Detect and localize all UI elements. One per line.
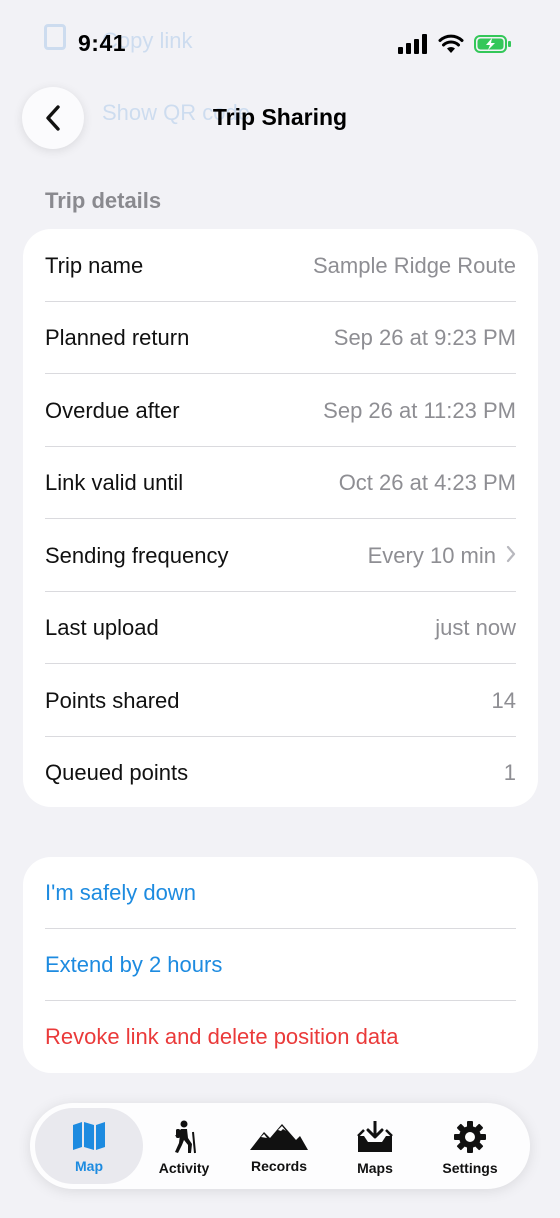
inbox-download-icon (357, 1121, 393, 1152)
detail-label: Sending frequency (45, 542, 229, 568)
tab-settings[interactable]: Settings (420, 1108, 520, 1184)
trip-actions-card: I'm safely down Extend by 2 hours Revoke… (23, 857, 538, 1073)
tab-bar: Map Activity Records Maps Settings (30, 1103, 530, 1189)
detail-row-overdue-after: Overdue after Sep 26 at 11:23 PM (45, 374, 516, 447)
map-icon (73, 1122, 105, 1150)
mountains-icon (250, 1124, 308, 1150)
status-time: 9:41 (78, 30, 127, 56)
detail-value: Oct 26 at 4:23 PM (338, 469, 516, 495)
detail-row-link-valid-until: Link valid until Oct 26 at 4:23 PM (45, 446, 516, 519)
safely-down-label: I'm safely down (45, 880, 196, 905)
detail-row-planned-return: Planned return Sep 26 at 9:23 PM (45, 301, 516, 374)
chevron-right-icon (506, 543, 516, 569)
tab-maps[interactable]: Maps (325, 1108, 425, 1184)
tab-map[interactable]: Map (35, 1108, 143, 1184)
tab-label: Map (75, 1158, 103, 1174)
detail-value: 1 (503, 759, 516, 785)
status-icons (398, 34, 512, 54)
detail-value: Sep 26 at 9:23 PM (333, 324, 516, 350)
detail-row-points-shared: Points shared 14 (45, 664, 516, 737)
tab-label: Records (250, 1158, 308, 1174)
gear-icon (454, 1121, 486, 1153)
tab-label: Settings (442, 1160, 498, 1176)
detail-label: Link valid until (45, 469, 184, 495)
tab-label: Maps (357, 1160, 393, 1176)
navigation-bar: Trip Sharing (0, 84, 560, 150)
detail-row-last-upload: Last upload just now (45, 591, 516, 664)
tab-activity[interactable]: Activity (134, 1108, 234, 1184)
extend-label: Extend by 2 hours (45, 952, 223, 977)
revoke-link-button[interactable]: Revoke link and delete position data (45, 1001, 516, 1073)
status-bar: 9:41 (0, 0, 560, 90)
extend-2-hours-button[interactable]: Extend by 2 hours (45, 929, 516, 1001)
detail-label: Trip name (45, 252, 144, 278)
detail-value: Every 10 min (367, 542, 496, 568)
detail-label: Last upload (45, 614, 159, 640)
safely-down-button[interactable]: I'm safely down (45, 857, 516, 929)
detail-row-sending-frequency[interactable]: Sending frequency Every 10 min (45, 519, 516, 592)
detail-value: just now (435, 614, 516, 640)
detail-value: 14 (491, 687, 516, 713)
revoke-label: Revoke link and delete position data (45, 1024, 399, 1049)
detail-value: Sep 26 at 11:23 PM (323, 397, 516, 423)
detail-label: Points shared (45, 687, 180, 713)
hiker-icon (175, 1120, 196, 1154)
tab-label: Activity (158, 1160, 210, 1176)
section-header-trip-details: Trip details (45, 188, 162, 213)
detail-label: Planned return (45, 324, 190, 350)
detail-row-queued-points: Queued points 1 (45, 736, 516, 809)
detail-label: Queued points (45, 759, 189, 785)
wifi-icon (438, 34, 464, 53)
cellular-signal-icon (398, 34, 427, 54)
detail-value-with-chevron: Every 10 min (368, 543, 516, 569)
detail-value: Sample Ridge Route (312, 252, 516, 278)
battery-charging-icon (474, 35, 511, 53)
trip-details-card: Trip name Sample Ridge Route Planned ret… (23, 229, 538, 807)
tab-records[interactable]: Records (229, 1108, 329, 1184)
detail-label: Overdue after (45, 397, 180, 423)
detail-row-trip-name: Trip name Sample Ridge Route (45, 229, 516, 302)
page-title: Trip Sharing (212, 104, 348, 130)
